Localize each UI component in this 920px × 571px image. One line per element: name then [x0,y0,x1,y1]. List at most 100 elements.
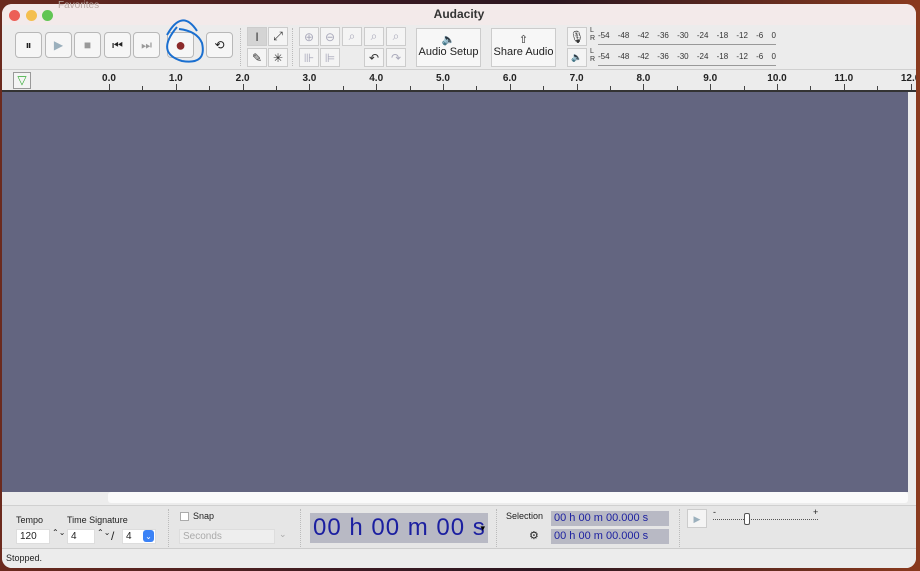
meter-tick: -12 [736,52,748,61]
microphone-icon[interactable]: 🎙 [567,27,587,46]
time-format-dropdown-icon[interactable]: ▾ [480,513,486,543]
ruler-major-tick [710,84,712,90]
stop-button[interactable]: ■ [74,32,101,58]
selection-label: Selection [506,511,544,521]
meter-tick: -24 [696,52,709,61]
meter-tick: -54 [598,31,610,40]
speed-slider[interactable] [713,519,818,520]
snap-unit-chevron-icon[interactable]: ⌄ [279,529,287,540]
fit-project-icon[interactable]: ⌕ [364,27,384,46]
tempo-stepper[interactable]: ⌃⌄ [52,528,65,537]
meter-tick: -18 [716,52,729,61]
time-display[interactable]: 00 h 00 m 00 s ▾ [310,513,488,543]
meter-tick: 0 [771,52,776,61]
ruler-major-tick [509,84,511,90]
close-button[interactable] [9,10,20,21]
meter-tick: -48 [617,31,630,40]
zoom-out-icon[interactable]: ⊖ [320,27,340,46]
ruler-tick-label: 4.0 [369,73,384,84]
ruler-major-tick [843,84,845,90]
ruler-minor-tick [209,86,211,90]
meter-tick: -18 [716,31,729,40]
fit-selection-icon[interactable]: ⌕ [342,27,362,46]
selection-settings-gear-icon[interactable]: ⚙ [529,529,539,542]
skip-to-start-button[interactable]: ⏮ [104,32,131,58]
meter-tick: -30 [677,31,689,40]
time-sig-denominator[interactable]: 4 ⌄ [122,529,156,544]
multi-tool[interactable]: ✳ [268,48,288,67]
envelope-tool[interactable]: ⤢ [268,27,288,46]
meter-channel-r: R [590,35,596,42]
annotation-circle-icon [166,19,204,63]
play-button[interactable]: ▶ [45,32,72,58]
snap-unit-select[interactable]: Seconds [179,529,275,544]
ruler-tick-label: 6.0 [502,73,517,84]
record-meter[interactable]: L R -54 -48 -42 -36 -30 -24 -18 -12 -6 0 [590,27,776,45]
playback-speaker-icon[interactable]: 🔈 [567,48,587,67]
horizontal-scrollbar[interactable] [2,492,916,505]
playback-meter[interactable]: L R -54 -48 -42 -36 -30 -24 -18 -12 -6 0 [590,48,776,66]
trim-icon[interactable]: ⊪ [299,48,319,67]
meter-tick: -30 [677,52,689,61]
snap-checkbox[interactable] [180,512,189,521]
ruler-minor-tick [810,86,812,90]
tempo-label: Tempo [16,515,44,525]
time-sig-numerator[interactable]: 4 [67,529,95,544]
ruler-minor-tick [476,86,478,90]
ruler-tick-label: 3.0 [302,73,317,84]
ruler-minor-tick [877,86,879,90]
ruler-major-tick [576,84,578,90]
speed-plus: + [813,507,819,517]
pause-button[interactable]: ⏸ [15,32,42,58]
undo-icon[interactable]: ↶ [364,48,384,67]
selection-end[interactable]: 00 h 00 m 00.000 s [551,529,669,544]
meter-tick: -36 [657,52,669,61]
zoom-toggle-icon[interactable]: ⌕ [386,27,406,46]
skip-to-end-button[interactable]: ⏭ [133,32,160,58]
ruler-tick-label: 0.0 [102,73,116,84]
minimize-button[interactable] [26,10,37,21]
status-bar: Stopped. [2,548,916,568]
draw-tool[interactable]: ✎ [247,48,267,67]
tempo-input[interactable]: 120 [16,529,50,544]
meter-tick: -12 [736,31,748,40]
ruler-minor-tick [142,86,144,90]
meter-tick: -48 [617,52,630,61]
ruler-tick-label: 5.0 [436,73,450,84]
audio-setup-button[interactable]: 🔈 Audio Setup [416,28,481,67]
share-audio-button[interactable]: ⇧ Share Audio [491,28,556,67]
track-area[interactable] [2,92,908,492]
speed-minus: - [713,507,716,517]
ruler-major-tick [643,84,645,90]
ruler-major-tick [309,84,311,90]
selection-start[interactable]: 00 h 00 m 00.000 s [551,511,669,526]
meter-tick: 0 [771,31,776,40]
ruler-tick-label: 2.0 [235,73,250,84]
meter-tick: -42 [637,52,650,61]
timeline-options-icon[interactable]: ▽ [13,72,31,89]
redo-icon[interactable]: ↷ [386,48,406,67]
ruler-tick-label: 1.0 [168,73,183,84]
zoom-in-icon[interactable]: ⊕ [299,27,319,46]
background-favorites-text: Favorites [58,0,100,11]
time-signature-label: Time Signature [67,515,128,525]
time-sig-stepper[interactable]: ⌃⌄ [97,528,110,537]
silence-icon[interactable]: ⊫ [320,48,340,67]
ruler-minor-tick [543,86,545,90]
timeline-ruler[interactable]: ▽ 0.0 1.0 2.0 3.0 4.0 5.0 6.0 7.0 8.0 9.0 10.0 11.0… [2,70,916,92]
share-icon: ⇧ [518,34,529,46]
zoom-button[interactable] [42,10,53,21]
meter-channel-r: R [590,56,596,63]
ruler-major-tick [242,84,244,90]
meter-channel-labels: LR [590,27,595,43]
ruler-tick-label: 9.0 [703,73,718,84]
ruler-minor-tick [676,86,678,90]
meter-tick: -6 [756,52,764,61]
meter-channel-l: L [590,48,594,55]
play-at-speed-button[interactable]: ▶ [687,509,707,528]
meter-tick: -42 [637,31,650,40]
speed-slider-handle[interactable] [744,513,750,525]
time-display-value: 00 h 00 m 00 s [313,514,486,541]
ruler-major-tick [109,84,110,90]
selection-tool[interactable]: I [247,27,267,46]
